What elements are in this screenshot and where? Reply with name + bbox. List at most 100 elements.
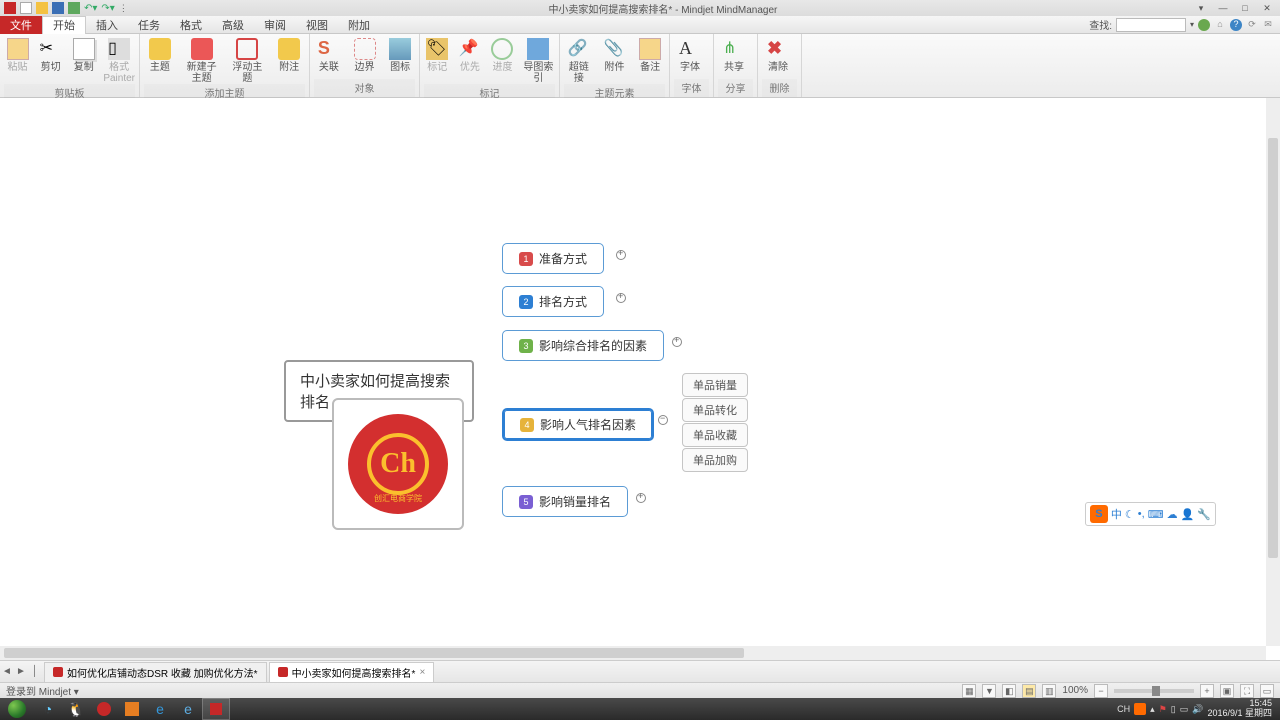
ime-toolbar[interactable]: S 中 ☾ •, ⌨ ☁ 👤 🔧 <box>1085 502 1216 526</box>
tab-insert[interactable]: 插入 <box>86 16 128 34</box>
redo-icon[interactable]: ↷▾ <box>101 3 114 14</box>
tab-list-icon[interactable]: │ <box>28 666 42 677</box>
ribbon-minimize-icon[interactable]: ▾ <box>1194 3 1208 13</box>
file-tab[interactable]: 文件 <box>0 16 42 34</box>
floating-topic-button[interactable]: 浮动主题 <box>228 36 268 84</box>
ime-punct-icon[interactable]: •, <box>1138 508 1145 520</box>
share-button[interactable]: ⋔共享 <box>718 36 750 73</box>
doc-tab-1[interactable]: 如何优化店铺动态DSR 收藏 加购优化方法* <box>44 662 267 682</box>
ime-cloud-icon[interactable]: ☁ <box>1167 508 1178 521</box>
tab-advanced[interactable]: 高级 <box>212 16 254 34</box>
branch-3-expand[interactable] <box>672 337 682 347</box>
progress-button[interactable]: 进度 <box>489 36 516 73</box>
start-button[interactable] <box>0 698 34 720</box>
zoom-thumb[interactable] <box>1152 686 1160 696</box>
tray-battery-icon[interactable]: ▭ <box>1180 704 1189 715</box>
search-input[interactable] <box>1116 18 1186 32</box>
tray-lang[interactable]: CH <box>1117 704 1130 714</box>
doc-2-close-icon[interactable]: × <box>419 667 425 678</box>
ime-keyboard-icon[interactable]: ⌨ <box>1148 508 1164 521</box>
filter-icon[interactable]: ▼ <box>982 684 996 698</box>
tab-task[interactable]: 任务 <box>128 16 170 34</box>
undo-icon[interactable]: ↶▾ <box>84 3 97 14</box>
learn-icon[interactable]: ⟳ <box>1246 19 1258 31</box>
fullscreen-icon[interactable]: ▭ <box>1260 684 1274 698</box>
taskbar-box-icon[interactable] <box>118 698 146 720</box>
paste-button[interactable]: 粘贴 <box>4 36 31 73</box>
branch-4[interactable]: 4影响人气排名因素 <box>502 408 654 441</box>
view-outline-icon[interactable]: ▤ <box>1022 684 1036 698</box>
taskbar-qq-icon[interactable]: 🐧 <box>62 698 90 720</box>
tray-clock[interactable]: 15:45 2016/9/1 星期四 <box>1207 699 1276 719</box>
tray-flag-icon[interactable]: ⚑ <box>1159 704 1167 715</box>
leaf-4-2[interactable]: 单品转化 <box>682 398 748 422</box>
mindmap-canvas[interactable]: 中小卖家如何提高搜索排名 Ch 创汇电商学院 1准备方式 2排名方式 3影响综合… <box>0 98 1266 646</box>
zoom-out-icon[interactable]: − <box>1094 684 1108 698</box>
taskbar-ie-icon[interactable]: e <box>174 698 202 720</box>
new-doc-icon[interactable] <box>20 2 32 14</box>
tray-sound-icon[interactable]: 🔊 <box>1192 704 1203 715</box>
save-icon[interactable] <box>52 2 64 14</box>
fit-width-icon[interactable]: ⛶ <box>1240 684 1254 698</box>
view-gantt-icon[interactable]: ▥ <box>1042 684 1056 698</box>
taskbar-record-icon[interactable] <box>90 698 118 720</box>
tab-review[interactable]: 审阅 <box>254 16 296 34</box>
zoom-slider[interactable] <box>1114 689 1194 693</box>
copy-button[interactable]: 复制 <box>70 36 97 73</box>
home-icon[interactable]: ⌂ <box>1214 19 1226 31</box>
ime-moon-icon[interactable]: ☾ <box>1125 508 1135 521</box>
close-button[interactable]: ✕ <box>1260 3 1274 13</box>
font-button[interactable]: A字体 <box>674 36 706 73</box>
ime-user-icon[interactable]: 👤 <box>1181 508 1195 521</box>
leaf-4-4[interactable]: 单品加购 <box>682 448 748 472</box>
view-map-icon[interactable]: ◧ <box>1002 684 1016 698</box>
branch-1[interactable]: 1准备方式 <box>502 243 604 274</box>
help-icon[interactable]: ? <box>1230 19 1242 31</box>
ime-cn-icon[interactable]: 中 <box>1111 506 1122 522</box>
taskbar-cloud-icon[interactable]: ◔ <box>34 698 62 720</box>
ime-settings-icon[interactable]: 🔧 <box>1197 508 1211 521</box>
taskpane-icon[interactable]: ▦ <box>962 684 976 698</box>
minimize-button[interactable]: — <box>1216 3 1230 13</box>
topic-button[interactable]: 主题 <box>144 36 176 73</box>
branch-1-expand[interactable] <box>616 250 626 260</box>
leaf-4-1[interactable]: 单品销量 <box>682 373 748 397</box>
maximize-button[interactable]: □ <box>1238 3 1252 13</box>
notes-button[interactable]: 备注 <box>635 36 665 73</box>
vscroll-thumb[interactable] <box>1268 138 1278 558</box>
clear-button[interactable]: ✖清除 <box>762 36 794 73</box>
login-status[interactable]: 登录到 Mindjet ▾ <box>6 683 79 698</box>
leaf-4-3[interactable]: 单品收藏 <box>682 423 748 447</box>
branch-2-expand[interactable] <box>616 293 626 303</box>
branch-2[interactable]: 2排名方式 <box>502 286 604 317</box>
hscroll-thumb[interactable] <box>4 648 744 658</box>
hyperlink-button[interactable]: 🔗超链接 <box>564 36 594 84</box>
cut-button[interactable]: ✂剪切 <box>37 36 64 73</box>
map-index-button[interactable]: 导图索引 <box>522 36 555 84</box>
search-dropdown-icon[interactable]: ▾ <box>1190 20 1194 29</box>
open-icon[interactable] <box>36 2 48 14</box>
feedback-icon[interactable]: ✉ <box>1262 19 1274 31</box>
tray-up-icon[interactable]: ▴ <box>1150 704 1155 715</box>
globe-icon[interactable] <box>1198 19 1210 31</box>
print-icon[interactable] <box>68 2 80 14</box>
doc-tab-2[interactable]: 中小卖家如何提高搜索排名* × <box>269 662 435 682</box>
tray-network-icon[interactable]: ▯ <box>1171 704 1176 715</box>
logo-topic[interactable]: Ch 创汇电商学院 <box>332 398 464 530</box>
tab-home[interactable]: 开始 <box>42 16 86 34</box>
priority-button[interactable]: 📌优先 <box>457 36 484 73</box>
branch-4-collapse[interactable] <box>658 415 668 425</box>
fit-map-icon[interactable]: ▣ <box>1220 684 1234 698</box>
zoom-in-icon[interactable]: + <box>1200 684 1214 698</box>
tray-ime-icon[interactable] <box>1134 703 1146 715</box>
attachment-button[interactable]: 📎附件 <box>600 36 630 73</box>
relationship-button[interactable]: S关联 <box>314 36 344 73</box>
tab-format[interactable]: 格式 <box>170 16 212 34</box>
tag-button[interactable]: 🏷标记 <box>424 36 451 73</box>
branch-5-expand[interactable] <box>636 493 646 503</box>
callout-button[interactable]: 附注 <box>273 36 305 73</box>
subtopic-button[interactable]: 新建子主题 <box>182 36 222 84</box>
branch-5[interactable]: 5影响销量排名 <box>502 486 628 517</box>
icon-button[interactable]: 图标 <box>385 36 415 73</box>
vertical-scrollbar[interactable] <box>1266 98 1280 646</box>
